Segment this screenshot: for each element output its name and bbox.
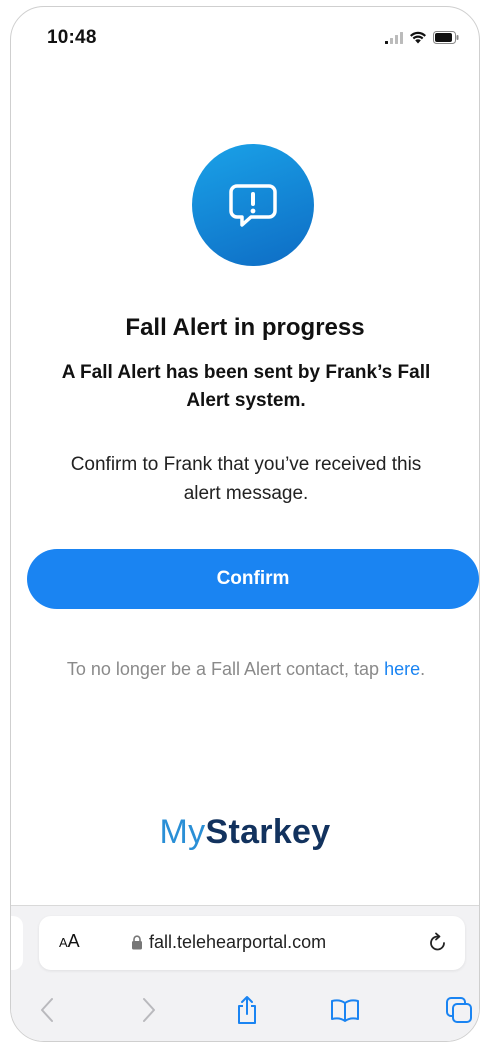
- logo-my: My: [159, 813, 206, 851]
- browser-bar: AA fall.telehearportal.com: [11, 905, 479, 1041]
- url-display[interactable]: fall.telehearportal.com: [131, 932, 326, 953]
- wifi-icon: [410, 31, 426, 44]
- lock-icon: [132, 935, 142, 950]
- battery-icon: [433, 31, 459, 44]
- status-icons: [385, 31, 459, 44]
- unsubscribe-text-after: .: [420, 659, 426, 679]
- confirm-button[interactable]: Confirm: [27, 549, 479, 609]
- status-bar: 10:48: [11, 7, 479, 63]
- exclamation-speech-bubble-icon: [229, 184, 277, 227]
- back-button[interactable]: [31, 994, 63, 1026]
- bookmarks-button[interactable]: [329, 994, 361, 1026]
- status-time: 10:48: [47, 27, 97, 48]
- unsubscribe-text-before: To no longer be a Fall Alert contact, ta…: [66, 659, 385, 679]
- unsubscribe-text: To no longer be a Fall Alert contact, ta…: [51, 655, 441, 683]
- url-text: fall.telehearportal.com: [149, 932, 327, 952]
- tabs-icon: [446, 997, 472, 1023]
- mystarkey-logo: MyStarkey: [11, 813, 479, 852]
- share-button[interactable]: [231, 994, 263, 1026]
- phone-frame: 10:48 Fall Alert in progress A Fall Aler…: [10, 6, 480, 1042]
- share-icon: [238, 996, 256, 1024]
- previous-tab-pill[interactable]: [11, 916, 23, 970]
- alert-instruction: Confirm to Frank that you’ve received th…: [70, 454, 422, 504]
- address-bar[interactable]: AA fall.telehearportal.com: [39, 916, 465, 970]
- alert-title: Fall Alert in progress: [125, 314, 365, 341]
- alert-subtitle: A Fall Alert has been sent by Frank’s Fa…: [61, 362, 431, 411]
- browser-toolbar: [11, 988, 479, 1032]
- unsubscribe-here-link[interactable]: here: [384, 659, 420, 679]
- chevron-right-icon: [143, 998, 155, 1022]
- reload-icon[interactable]: [425, 930, 451, 956]
- text-size-button[interactable]: AA: [59, 931, 80, 952]
- tabs-button[interactable]: [443, 994, 475, 1026]
- book-icon: [331, 999, 359, 1022]
- logo-starkey: Starkey: [205, 813, 331, 851]
- forward-button[interactable]: [133, 994, 165, 1026]
- alert-icon-badge: [192, 144, 314, 266]
- cellular-signal-icon: [385, 31, 403, 44]
- chevron-left-icon: [41, 998, 53, 1022]
